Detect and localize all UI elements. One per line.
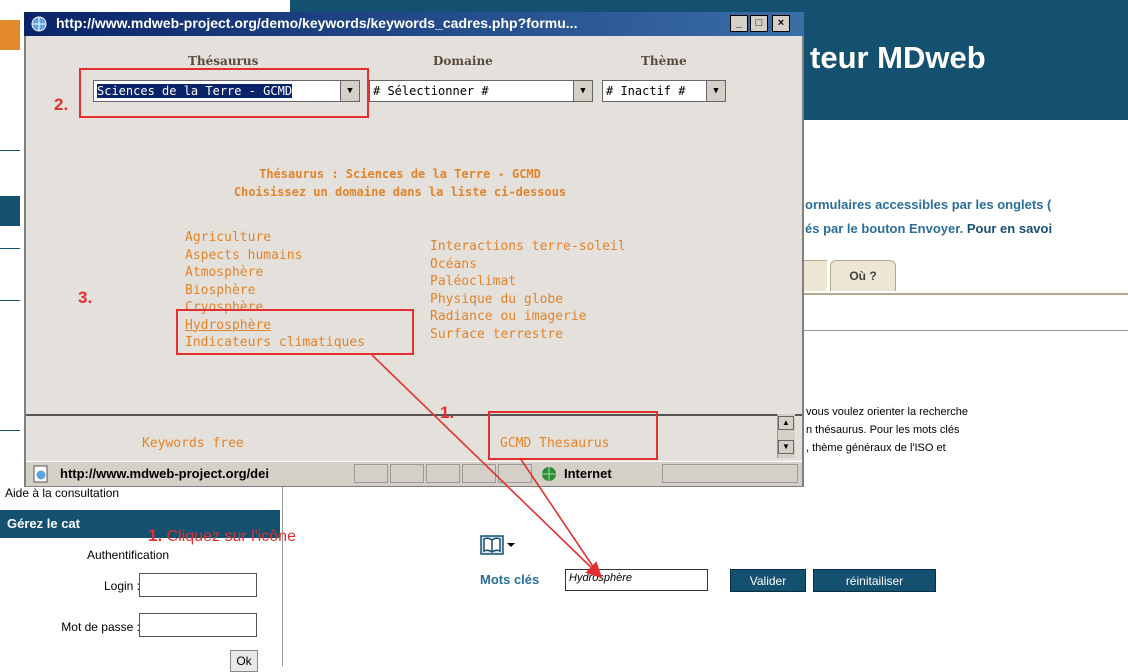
annotation-arrow [371, 354, 603, 579]
